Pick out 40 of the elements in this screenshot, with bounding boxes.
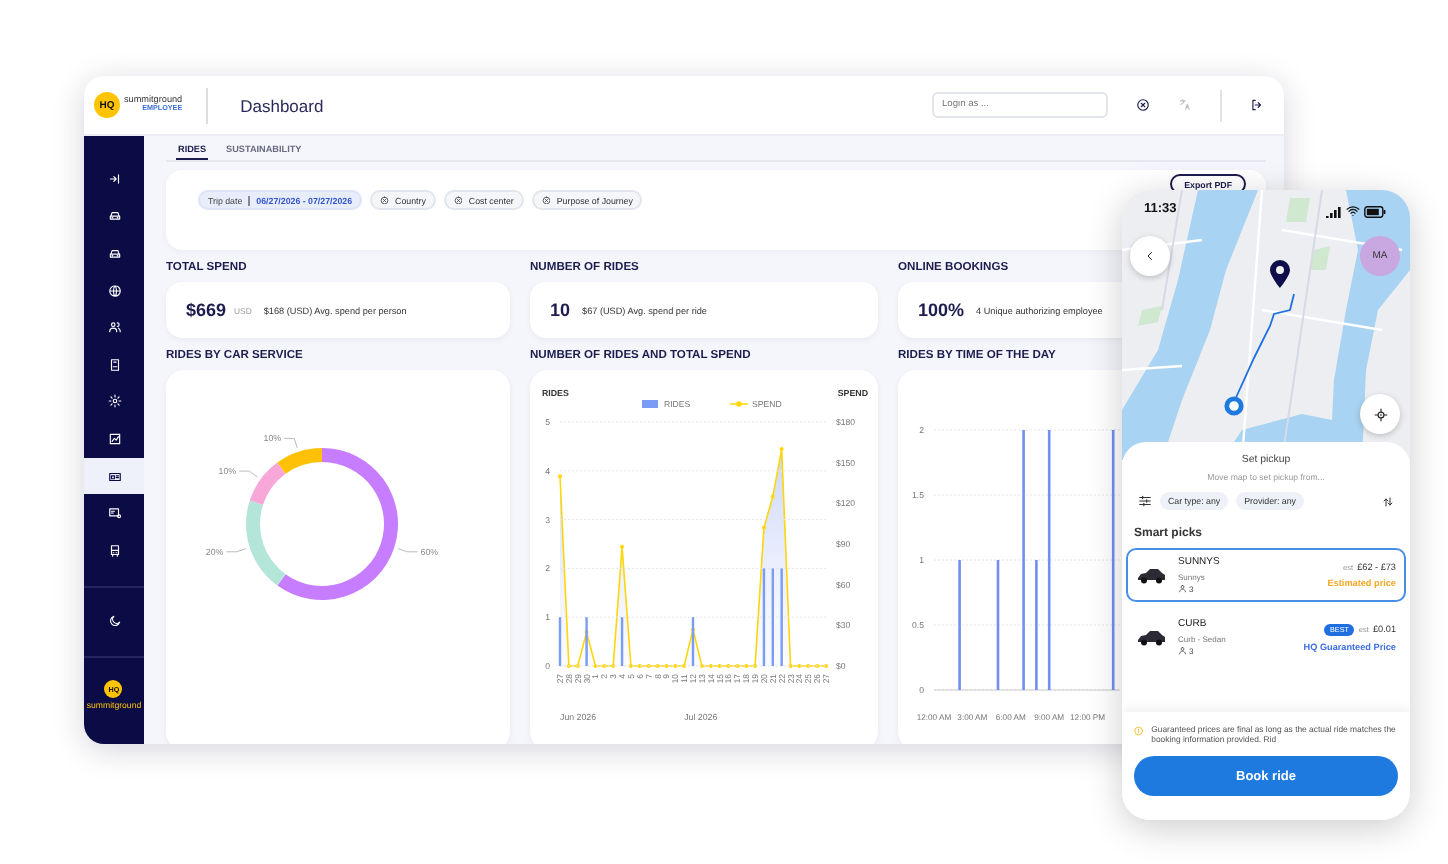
signal-icon [1326,205,1342,217]
leader-line [397,548,419,553]
person-icon [1178,646,1187,656]
chevron-left-icon [1144,250,1156,262]
location-pin-icon [1270,260,1290,288]
moon-icon [107,614,121,629]
globe-icon [107,283,121,298]
car-icon [1136,629,1166,645]
id-badge-icon [107,357,121,372]
data-point [761,525,766,530]
bus-icon [107,543,121,558]
sidebar-item[interactable] [84,457,144,495]
stat-value: 100% [918,300,965,320]
sign-in-icon [107,171,121,186]
logout-icon[interactable] [1250,98,1264,112]
data-point [779,447,784,452]
gear-icon [107,394,121,409]
chart-icon [107,431,121,446]
crosshair-icon [1373,407,1387,421]
stat-value: $669 [186,300,227,320]
car-icon [107,245,121,260]
card-icon [107,469,121,484]
card-gear-icon [107,506,121,521]
filters-icon[interactable] [1138,494,1152,508]
stat-value: 10 [550,300,571,320]
leader-line [238,470,258,478]
battery-icon [1364,205,1386,217]
sort-icon[interactable] [1382,495,1394,507]
origin-marker-icon [1224,396,1244,416]
data-point [620,544,625,549]
person-icon [1178,584,1187,594]
car-icon [1136,567,1166,583]
warning-icon [1134,723,1144,738]
leader-line [283,437,298,449]
data-point [770,494,775,499]
car-icon [107,208,121,223]
leader-line [225,548,247,553]
page-title: Dashboard [240,95,324,115]
wifi-icon [1346,204,1360,218]
people-icon [107,320,121,335]
